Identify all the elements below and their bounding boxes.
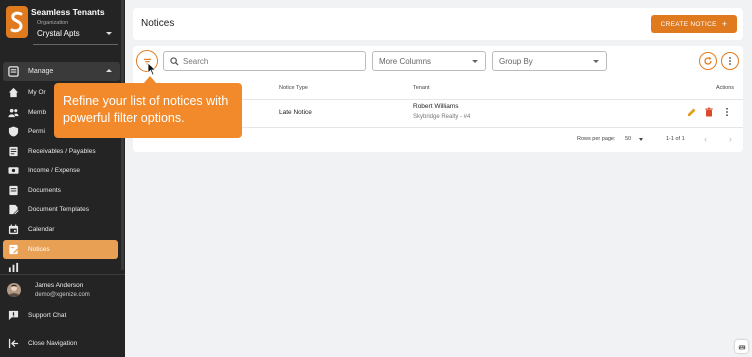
chevron-down-icon[interactable]: [106, 32, 112, 35]
sidebar-item-document-templates[interactable]: Document Templates: [0, 200, 125, 219]
group-by-select[interactable]: Group By: [492, 51, 607, 71]
sidebar-item-label: My Or: [28, 89, 46, 96]
template-icon: [7, 204, 19, 216]
create-notice-button[interactable]: CREATE NOTICE +: [651, 15, 737, 33]
column-header-tenant[interactable]: Tenant: [413, 85, 430, 91]
edit-icon[interactable]: [687, 107, 697, 117]
chart-icon: [7, 262, 19, 272]
brand-title: Seamless Tenants: [31, 7, 105, 17]
sidebar-item-notices[interactable]: Notices: [3, 240, 118, 259]
chat-icon: [7, 310, 19, 322]
row-more-icon[interactable]: [722, 107, 732, 117]
search-icon: [170, 56, 179, 66]
plus-icon: +: [721, 18, 728, 29]
calendar-icon: [7, 224, 19, 236]
search-input[interactable]: Search: [163, 51, 366, 71]
organization-select[interactable]: Crystal Apts: [37, 29, 80, 38]
sidebar-item-receivables[interactable]: Receivables / Payables: [0, 142, 125, 161]
more-vert-icon: [729, 57, 731, 65]
sidebar-divider: [0, 274, 125, 275]
sidebar: Seamless Tenants Organization Crystal Ap…: [0, 0, 125, 357]
sidebar-item-income-expense[interactable]: Income / Expense: [0, 161, 125, 180]
rows-per-page-label: Rows per page:: [577, 136, 616, 142]
create-notice-label: CREATE NOTICE: [660, 20, 717, 28]
group-by-label: Group By: [499, 56, 533, 66]
avatar[interactable]: [7, 283, 21, 297]
more-columns-label: More Columns: [379, 56, 432, 66]
sidebar-item-label: Memb: [28, 109, 47, 116]
house-icon: [7, 87, 19, 99]
mouse-cursor-icon: [147, 62, 157, 76]
organization-label: Organization: [37, 20, 69, 26]
close-navigation-button[interactable]: Close Navigation: [0, 334, 125, 353]
sidebar-item-label: Document Templates: [28, 206, 89, 213]
organization-underline: [33, 44, 118, 45]
search-placeholder: Search: [183, 56, 209, 66]
sidebar-item-label: Income / Expense: [28, 167, 81, 174]
tenant-detail-cell: Skybridge Realty - #4: [413, 114, 471, 120]
sidebar-item-calendar[interactable]: Calendar: [0, 220, 125, 239]
onboarding-tooltip: Refine your list of notices with powerfu…: [54, 83, 242, 138]
sidebar-group-manage[interactable]: Manage: [3, 62, 120, 81]
column-header-notice-type[interactable]: Notice Type: [279, 85, 308, 91]
rows-per-page-select[interactable]: 50: [625, 136, 631, 142]
sidebar-item-label: Calendar: [28, 226, 55, 233]
column-header-actions: Actions: [716, 85, 735, 91]
support-chat-label: Support Chat: [28, 312, 67, 319]
collapse-left-icon: [7, 338, 19, 350]
money-icon: [7, 165, 19, 177]
page-title: Notices: [141, 18, 175, 29]
sidebar-item-documents[interactable]: Documents: [0, 181, 125, 200]
chevron-down-icon: [593, 60, 599, 63]
sidebar-item-label: Notices: [28, 246, 50, 253]
manage-icon: [7, 66, 19, 78]
more-columns-select[interactable]: More Columns: [372, 51, 486, 71]
user-name: James Anderson: [35, 282, 84, 289]
user-email: demo@xgenize.com: [35, 292, 90, 298]
sidebar-item-label: Receivables / Payables: [28, 148, 96, 155]
delete-icon[interactable]: [704, 107, 714, 117]
chevron-down-icon[interactable]: [639, 138, 643, 141]
sidebar-group-label: Manage: [28, 68, 54, 75]
support-chat-button[interactable]: Support Chat: [0, 306, 125, 325]
more-options-button[interactable]: [721, 52, 739, 70]
notice-type-cell: Late Notice: [279, 109, 312, 116]
shield-icon: [7, 126, 19, 138]
chevron-up-icon: [106, 69, 112, 72]
refresh-icon: [704, 57, 712, 65]
sidebar-item-label: Documents: [28, 187, 61, 194]
document-icon: [7, 185, 19, 197]
next-page-icon[interactable]: ›: [729, 134, 732, 144]
chevron-down-icon: [472, 60, 478, 63]
tenant-name-cell: Robert Williams: [413, 103, 459, 110]
keyboard-icon: [738, 344, 745, 349]
corner-widget-button[interactable]: [735, 340, 748, 353]
sidebar-item-more[interactable]: [0, 262, 125, 272]
prev-page-icon[interactable]: ‹: [704, 134, 707, 144]
close-navigation-label: Close Navigation: [28, 340, 78, 347]
people-icon: [7, 107, 19, 119]
receipt-icon: [7, 146, 19, 158]
sidebar-item-label: Permi: [28, 128, 45, 135]
brand-logo-icon[interactable]: [6, 6, 28, 38]
pagination-range: 1-1 of 1: [666, 136, 685, 142]
page-header: Notices CREATE NOTICE +: [133, 8, 743, 40]
notice-icon: [7, 244, 19, 256]
refresh-button[interactable]: [699, 52, 717, 70]
